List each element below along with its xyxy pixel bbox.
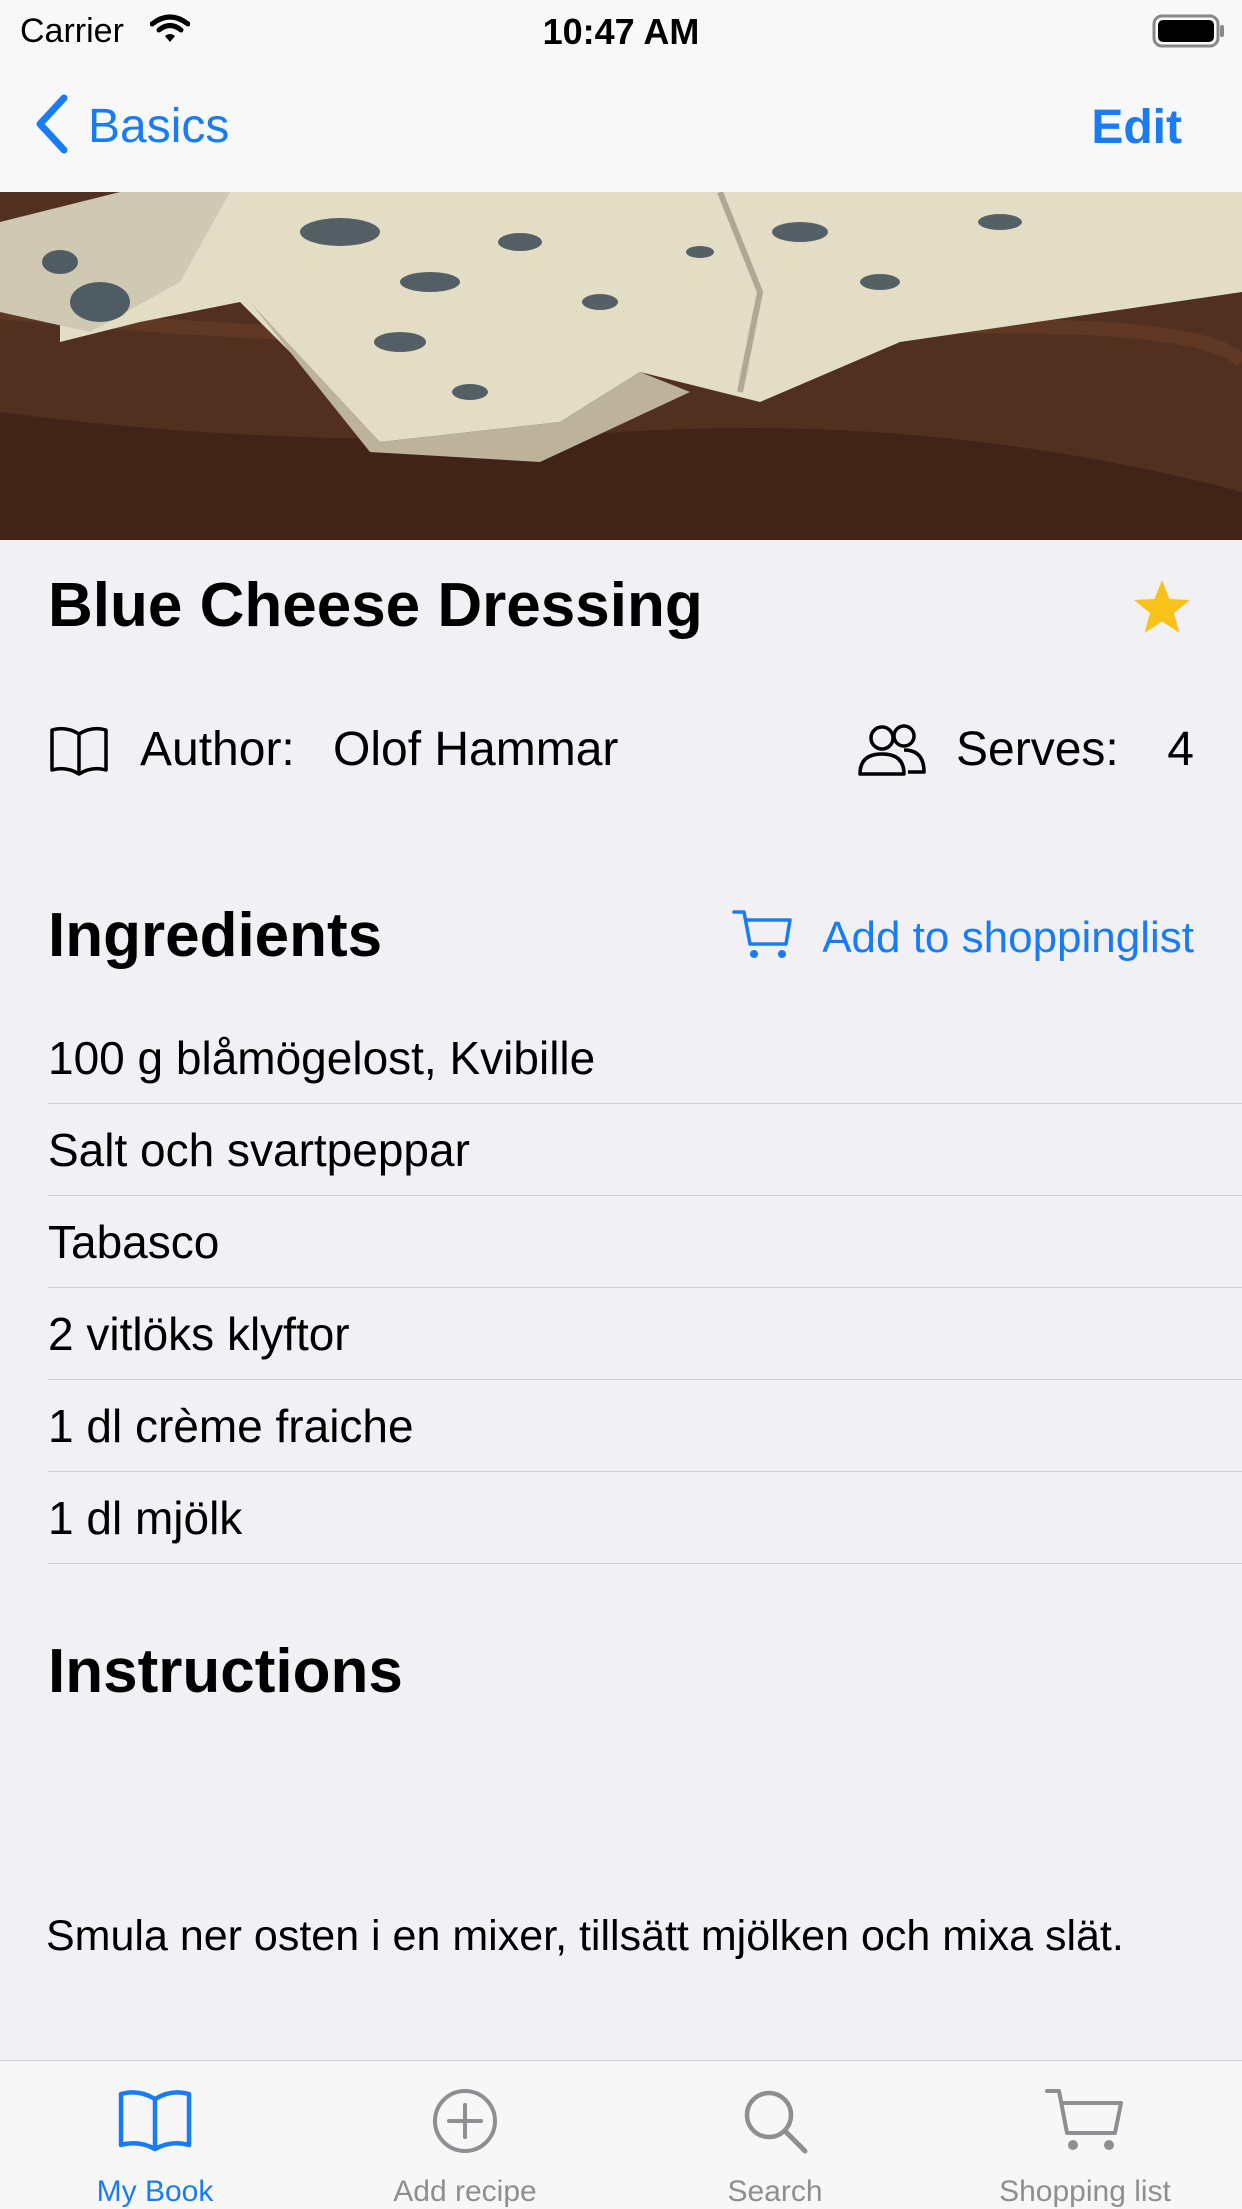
- book-icon: [48, 724, 110, 781]
- ingredient-row: 1 dl mjölk: [48, 1472, 1242, 1564]
- ingredient-row: Salt och svartpeppar: [48, 1104, 1242, 1196]
- ingredient-row: Tabasco: [48, 1196, 1242, 1288]
- status-time: 10:47 AM: [542, 11, 700, 52]
- tab-label: My Book: [96, 2175, 214, 2208]
- recipe-meta: Author: Olof Hammar Serves: 4: [48, 712, 1194, 782]
- tab-label: Add recipe: [393, 2175, 537, 2208]
- ingredient-row: 2 vitlöks klyftor: [48, 1288, 1242, 1380]
- ingredient-row: 1 dl crème fraiche: [48, 1380, 1242, 1472]
- tab-shopping-list[interactable]: Shopping list: [930, 2061, 1240, 2209]
- add-to-shoppinglist-button[interactable]: Add to shoppinglist: [732, 908, 1194, 967]
- back-button[interactable]: Basics: [34, 94, 230, 159]
- serves-value: 4: [1167, 723, 1194, 776]
- tab-label: Shopping list: [999, 2175, 1171, 2208]
- instructions-heading: Instructions: [48, 1637, 403, 1706]
- tab-bar: My Book Add recipe Search Shopping list: [0, 2060, 1242, 2209]
- tab-label: Search: [727, 2175, 823, 2208]
- back-label: Basics: [88, 99, 230, 153]
- tab-add-recipe[interactable]: Add recipe: [310, 2061, 620, 2209]
- tab-my-book[interactable]: My Book: [0, 2061, 310, 2209]
- author-name: Olof Hammar: [333, 723, 619, 776]
- recipe-photo: [0, 192, 1242, 540]
- ingredient-list: 100 g blåmögelost, Kvibille Salt och sva…: [48, 1012, 1242, 1564]
- tab-search[interactable]: Search: [620, 2061, 930, 2209]
- people-icon: [854, 722, 928, 783]
- navigation-bar: Basics Edit: [0, 62, 1242, 193]
- serves-label: Serves:: [956, 723, 1119, 776]
- favorite-star-icon[interactable]: [1132, 578, 1192, 641]
- battery-icon: [1152, 14, 1226, 53]
- chevron-left-icon: [34, 94, 70, 159]
- add-to-shoppinglist-label: Add to shoppinglist: [822, 912, 1194, 962]
- cart-icon: [732, 908, 794, 967]
- ingredients-heading: Ingredients: [48, 901, 383, 970]
- status-bar: Carrier 10:47 AM: [0, 0, 1242, 62]
- recipe-title: Blue Cheese Dressing: [48, 571, 703, 640]
- author-label: Author:: [140, 723, 295, 776]
- edit-button[interactable]: Edit: [1091, 100, 1182, 155]
- instructions-text: Smula ner osten i en mixer, tillsätt mjö…: [46, 1912, 1124, 1960]
- ingredient-row: 100 g blåmögelost, Kvibille: [48, 1012, 1242, 1104]
